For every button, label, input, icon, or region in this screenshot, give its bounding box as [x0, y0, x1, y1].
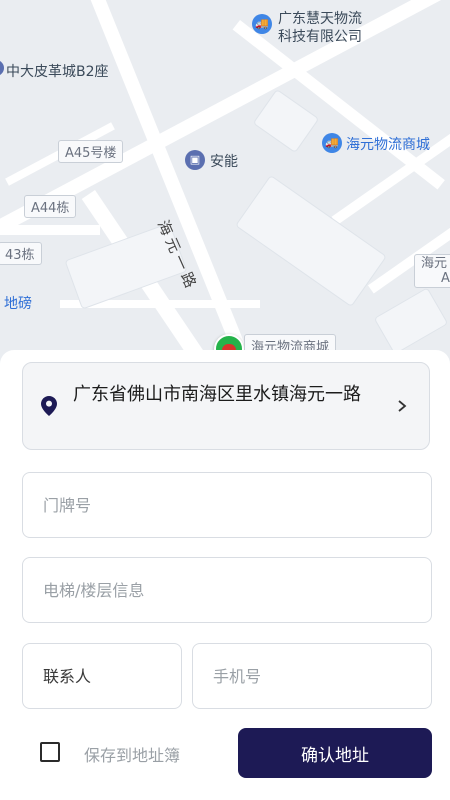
building-tag-a45: A45号楼: [58, 140, 124, 163]
poi-label-haiyuan-cut-a: A: [441, 271, 450, 286]
map-pin-icon: [41, 396, 57, 416]
phone-number-input[interactable]: [192, 643, 432, 709]
building-tag-a44: A44栋: [24, 195, 77, 218]
truck-icon[interactable]: 🚚: [322, 133, 342, 153]
map-building: [373, 287, 449, 355]
address-form-sheet: 广东省佛山市南海区里水镇海元一路 保存到地址簿 确认地址: [0, 350, 450, 800]
selected-address-card[interactable]: 广东省佛山市南海区里水镇海元一路: [22, 362, 430, 450]
selected-address-text: 广东省佛山市南海区里水镇海元一路: [73, 384, 361, 405]
door-number-input[interactable]: [22, 472, 432, 538]
poi-label-zhongda[interactable]: 中大皮革城B2座: [6, 61, 109, 81]
building-icon: ▣: [185, 150, 205, 170]
save-to-address-book-checkbox[interactable]: [40, 742, 60, 762]
poi-label-huitian-1[interactable]: 广东慧天物流: [278, 8, 362, 28]
poi-label-haiyuan-mall[interactable]: 海元物流商城: [346, 134, 430, 154]
confirm-address-button[interactable]: 确认地址: [238, 728, 432, 778]
floor-info-input[interactable]: [22, 557, 432, 623]
save-to-address-book-label[interactable]: 保存到地址簿: [84, 742, 180, 766]
map-building: [252, 88, 320, 154]
poi-label-dibang[interactable]: 地磅: [4, 293, 32, 313]
poi-label-huitian-2[interactable]: 科技有限公司: [278, 26, 362, 46]
map-road: [0, 225, 100, 235]
poi-label-haiyuan-cut: 海元 A: [414, 254, 450, 288]
truck-icon[interactable]: 🚚: [252, 14, 272, 34]
building-tag-a43: 43栋: [0, 242, 42, 265]
poi-label-haiyuan-cut-text: 海元: [421, 256, 448, 271]
poi-label-anneng[interactable]: 安能: [210, 151, 238, 171]
map-view[interactable]: 🚚 广东慧天物流 科技有限公司 中大皮革城B2座 ▣ 安能 🚚 海元物流商城 A…: [0, 0, 450, 400]
contact-name-input[interactable]: [22, 643, 182, 709]
chevron-right-icon: [398, 400, 407, 412]
location-dot-icon: [0, 60, 4, 76]
